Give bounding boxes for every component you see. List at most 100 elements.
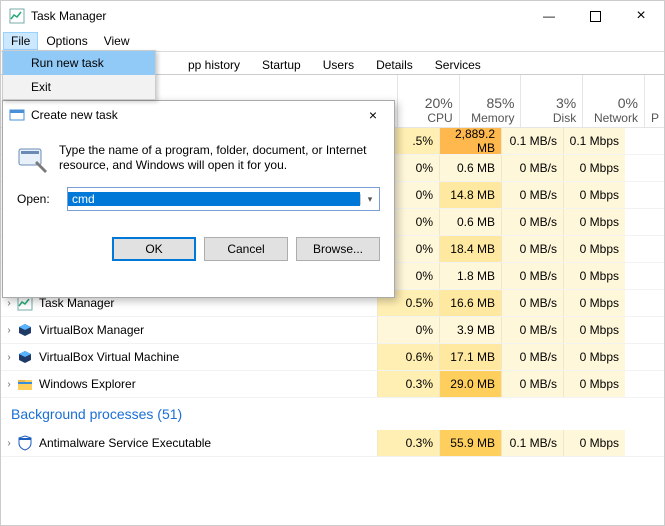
column-cpu[interactable]: 20%CPU xyxy=(397,75,459,127)
network-cell: 0 Mbps xyxy=(563,263,625,289)
table-row[interactable]: ›VirtualBox Virtual Machine0.6%17.1 MB0 … xyxy=(1,344,664,371)
file-menu-dropdown: Run new task Exit xyxy=(2,50,156,100)
disk-cell: 0.1 MB/s xyxy=(501,430,563,456)
task-manager-icon xyxy=(9,8,25,24)
tab-services[interactable]: Services xyxy=(424,53,492,74)
process-name: VirtualBox Manager xyxy=(17,322,377,338)
network-cell: 0 Mbps xyxy=(563,317,625,343)
cpu-cell: 0.3% xyxy=(377,430,439,456)
app-icon xyxy=(17,322,33,338)
cpu-cell: 0% xyxy=(377,317,439,343)
dsk-pct: 3% xyxy=(527,95,576,111)
ok-button[interactable]: OK xyxy=(112,237,196,261)
cpu-label: CPU xyxy=(404,111,453,125)
app-icon xyxy=(17,376,33,392)
process-name: VirtualBox Virtual Machine xyxy=(17,349,377,365)
memory-cell: 18.4 MB xyxy=(439,236,501,262)
menu-exit[interactable]: Exit xyxy=(3,75,155,99)
tab-startup[interactable]: Startup xyxy=(251,53,312,74)
network-cell: 0 Mbps xyxy=(563,209,625,235)
network-cell: 0 Mbps xyxy=(563,236,625,262)
dialog-text: Type the name of a program, folder, docu… xyxy=(59,143,380,175)
menu-options[interactable]: Options xyxy=(38,32,95,50)
disk-cell: 0 MB/s xyxy=(501,236,563,262)
menubar: File Options View xyxy=(1,31,664,52)
disk-cell: 0.1 MB/s xyxy=(501,128,563,154)
app-icon xyxy=(17,435,33,451)
expand-icon[interactable]: › xyxy=(1,298,17,309)
menu-view[interactable]: View xyxy=(96,32,138,50)
disk-cell: 0 MB/s xyxy=(501,263,563,289)
menu-file[interactable]: File xyxy=(3,32,38,50)
network-cell: 0 Mbps xyxy=(563,290,625,316)
table-row[interactable]: ›VirtualBox Manager0%3.9 MB0 MB/s0 Mbps xyxy=(1,317,664,344)
network-cell: 0 Mbps xyxy=(563,371,625,397)
dialog-close-button[interactable]: × xyxy=(358,107,388,123)
disk-cell: 0 MB/s xyxy=(501,290,563,316)
open-label: Open: xyxy=(17,192,67,206)
expand-icon[interactable]: › xyxy=(1,379,17,390)
run-dialog: Create new task × Type the name of a pro… xyxy=(2,100,395,298)
net-pct: 0% xyxy=(589,95,638,111)
column-memory[interactable]: 85%Memory xyxy=(459,75,521,127)
dialog-titlebar: Create new task × xyxy=(3,101,394,129)
dialog-title: Create new task xyxy=(31,108,358,122)
memory-cell: 16.6 MB xyxy=(439,290,501,316)
window-title: Task Manager xyxy=(31,9,526,23)
pwr-label: P xyxy=(651,111,658,125)
open-combobox[interactable]: ▾ xyxy=(67,187,380,211)
disk-cell: 0 MB/s xyxy=(501,209,563,235)
disk-cell: 0 MB/s xyxy=(501,182,563,208)
memory-cell: 55.9 MB xyxy=(439,430,501,456)
network-cell: 0 Mbps xyxy=(563,155,625,181)
network-cell: 0 Mbps xyxy=(563,430,625,456)
chevron-down-icon[interactable]: ▾ xyxy=(360,194,379,205)
cpu-pct: 20% xyxy=(404,95,453,111)
app-icon xyxy=(17,349,33,365)
tab-details[interactable]: Details xyxy=(365,53,424,74)
column-disk[interactable]: 3%Disk xyxy=(520,75,582,127)
disk-cell: 0 MB/s xyxy=(501,371,563,397)
menu-run-new-task[interactable]: Run new task xyxy=(3,51,155,75)
close-button[interactable]: × xyxy=(618,1,664,31)
mem-label: Memory xyxy=(466,111,515,125)
expand-icon[interactable]: › xyxy=(1,325,17,336)
cpu-cell: 0.3% xyxy=(377,371,439,397)
tab-app-history[interactable]: pp history xyxy=(177,53,251,74)
dialog-title-icon xyxy=(9,107,25,123)
memory-cell: 0.6 MB xyxy=(439,209,501,235)
process-name: Antimalware Service Executable xyxy=(17,435,377,451)
net-label: Network xyxy=(589,111,638,125)
process-name: Windows Explorer xyxy=(17,376,377,392)
expand-icon[interactable]: › xyxy=(1,352,17,363)
table-row[interactable]: ›Antimalware Service Executable0.3%55.9 … xyxy=(1,430,664,457)
column-power[interactable]: P xyxy=(644,75,664,127)
mem-pct: 85% xyxy=(466,95,515,111)
disk-cell: 0 MB/s xyxy=(501,317,563,343)
memory-cell: 29.0 MB xyxy=(439,371,501,397)
run-icon xyxy=(17,143,49,175)
browse-button[interactable]: Browse... xyxy=(296,237,380,261)
disk-cell: 0 MB/s xyxy=(501,344,563,370)
memory-cell: 1.8 MB xyxy=(439,263,501,289)
memory-cell: 17.1 MB xyxy=(439,344,501,370)
disk-cell: 0 MB/s xyxy=(501,155,563,181)
cpu-cell: 0.6% xyxy=(377,344,439,370)
network-cell: 0 Mbps xyxy=(563,182,625,208)
expand-icon[interactable]: › xyxy=(1,438,17,449)
memory-cell: 2,889.2 MB xyxy=(439,128,501,154)
memory-cell: 0.6 MB xyxy=(439,155,501,181)
dsk-label: Disk xyxy=(527,111,576,125)
open-input[interactable] xyxy=(68,192,360,206)
cancel-button[interactable]: Cancel xyxy=(204,237,288,261)
tab-users[interactable]: Users xyxy=(312,53,365,74)
table-row[interactable]: ›Windows Explorer0.3%29.0 MB0 MB/s0 Mbps xyxy=(1,371,664,398)
background-section-header: Background processes (51) xyxy=(1,398,664,430)
memory-cell: 14.8 MB xyxy=(439,182,501,208)
background-rows: ›Antimalware Service Executable0.3%55.9 … xyxy=(1,430,664,457)
titlebar: Task Manager — × xyxy=(1,1,664,31)
maximize-button[interactable] xyxy=(572,1,618,31)
column-network[interactable]: 0%Network xyxy=(582,75,644,127)
minimize-button[interactable]: — xyxy=(526,1,572,31)
memory-cell: 3.9 MB xyxy=(439,317,501,343)
